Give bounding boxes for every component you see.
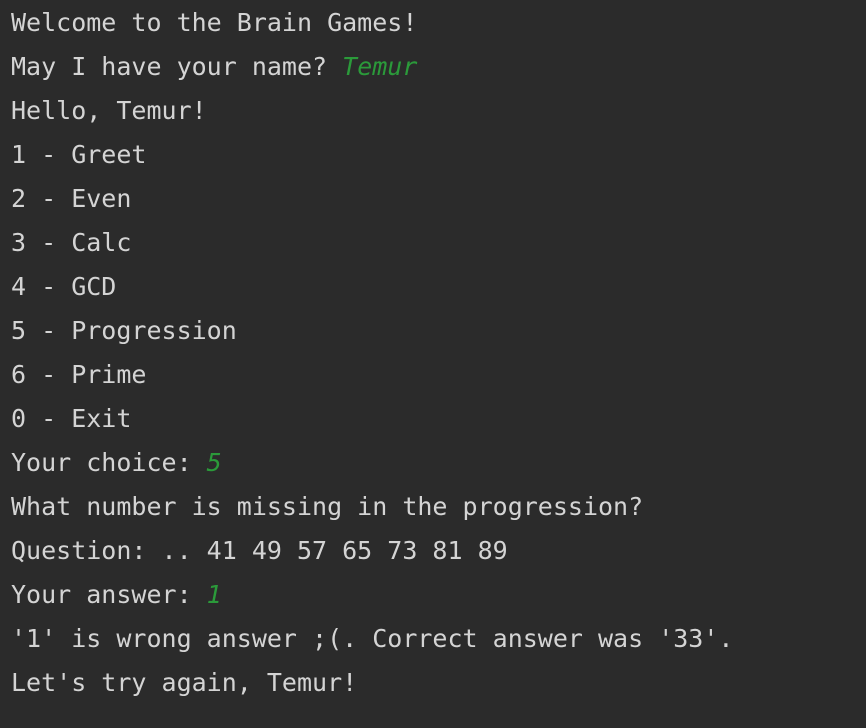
- line-text: Your choice:: [11, 448, 207, 477]
- line-text: 2 - Even: [11, 184, 132, 213]
- menu-item-prime: 6 - Prime: [11, 357, 866, 401]
- line-text: May I have your name?: [11, 52, 343, 81]
- line-text: 6 - Prime: [11, 360, 147, 389]
- line-text: 5 - Progression: [11, 316, 237, 345]
- line-text: 3 - Calc: [11, 228, 132, 257]
- user-input-name: Temur: [342, 52, 418, 81]
- user-input-answer: 1: [206, 580, 222, 609]
- menu-item-greet: 1 - Greet: [11, 137, 866, 181]
- console-line-choice: Your choice: 5: [11, 445, 866, 489]
- console-line-question: Question: .. 41 49 57 65 73 81 89: [11, 533, 866, 577]
- menu-item-even: 2 - Even: [11, 181, 866, 225]
- menu-item-calc: 3 - Calc: [11, 225, 866, 269]
- line-text: '1' is wrong answer ;(. Correct answer w…: [11, 624, 734, 653]
- user-input-choice: 5: [206, 448, 222, 477]
- menu-item-exit: 0 - Exit: [11, 401, 866, 445]
- console-line-game-rules: What number is missing in the progressio…: [11, 489, 866, 533]
- console-output[interactable]: Welcome to the Brain Games! May I have y…: [0, 0, 866, 728]
- line-text: 0 - Exit: [11, 404, 132, 433]
- console-line-hello: Hello, Temur!: [11, 93, 866, 137]
- line-text: Your answer:: [11, 580, 207, 609]
- line-text: 1 - Greet: [11, 140, 147, 169]
- menu-item-progression: 5 - Progression: [11, 313, 866, 357]
- console-line-wrong-answer: '1' is wrong answer ;(. Correct answer w…: [11, 621, 866, 665]
- console-line-try-again: Let's try again, Temur!: [11, 665, 866, 709]
- line-text: Let's try again, Temur!: [11, 668, 358, 697]
- line-text: Welcome to the Brain Games!: [11, 8, 418, 37]
- line-text: Hello, Temur!: [11, 96, 207, 125]
- console-line-name-prompt: May I have your name? Temur: [11, 49, 866, 93]
- menu-item-gcd: 4 - GCD: [11, 269, 866, 313]
- console-line-answer: Your answer: 1: [11, 577, 866, 621]
- line-text: Question: .. 41 49 57 65 73 81 89: [11, 536, 508, 565]
- console-line-welcome: Welcome to the Brain Games!: [11, 5, 866, 49]
- line-text: What number is missing in the progressio…: [11, 492, 644, 521]
- line-text: 4 - GCD: [11, 272, 117, 301]
